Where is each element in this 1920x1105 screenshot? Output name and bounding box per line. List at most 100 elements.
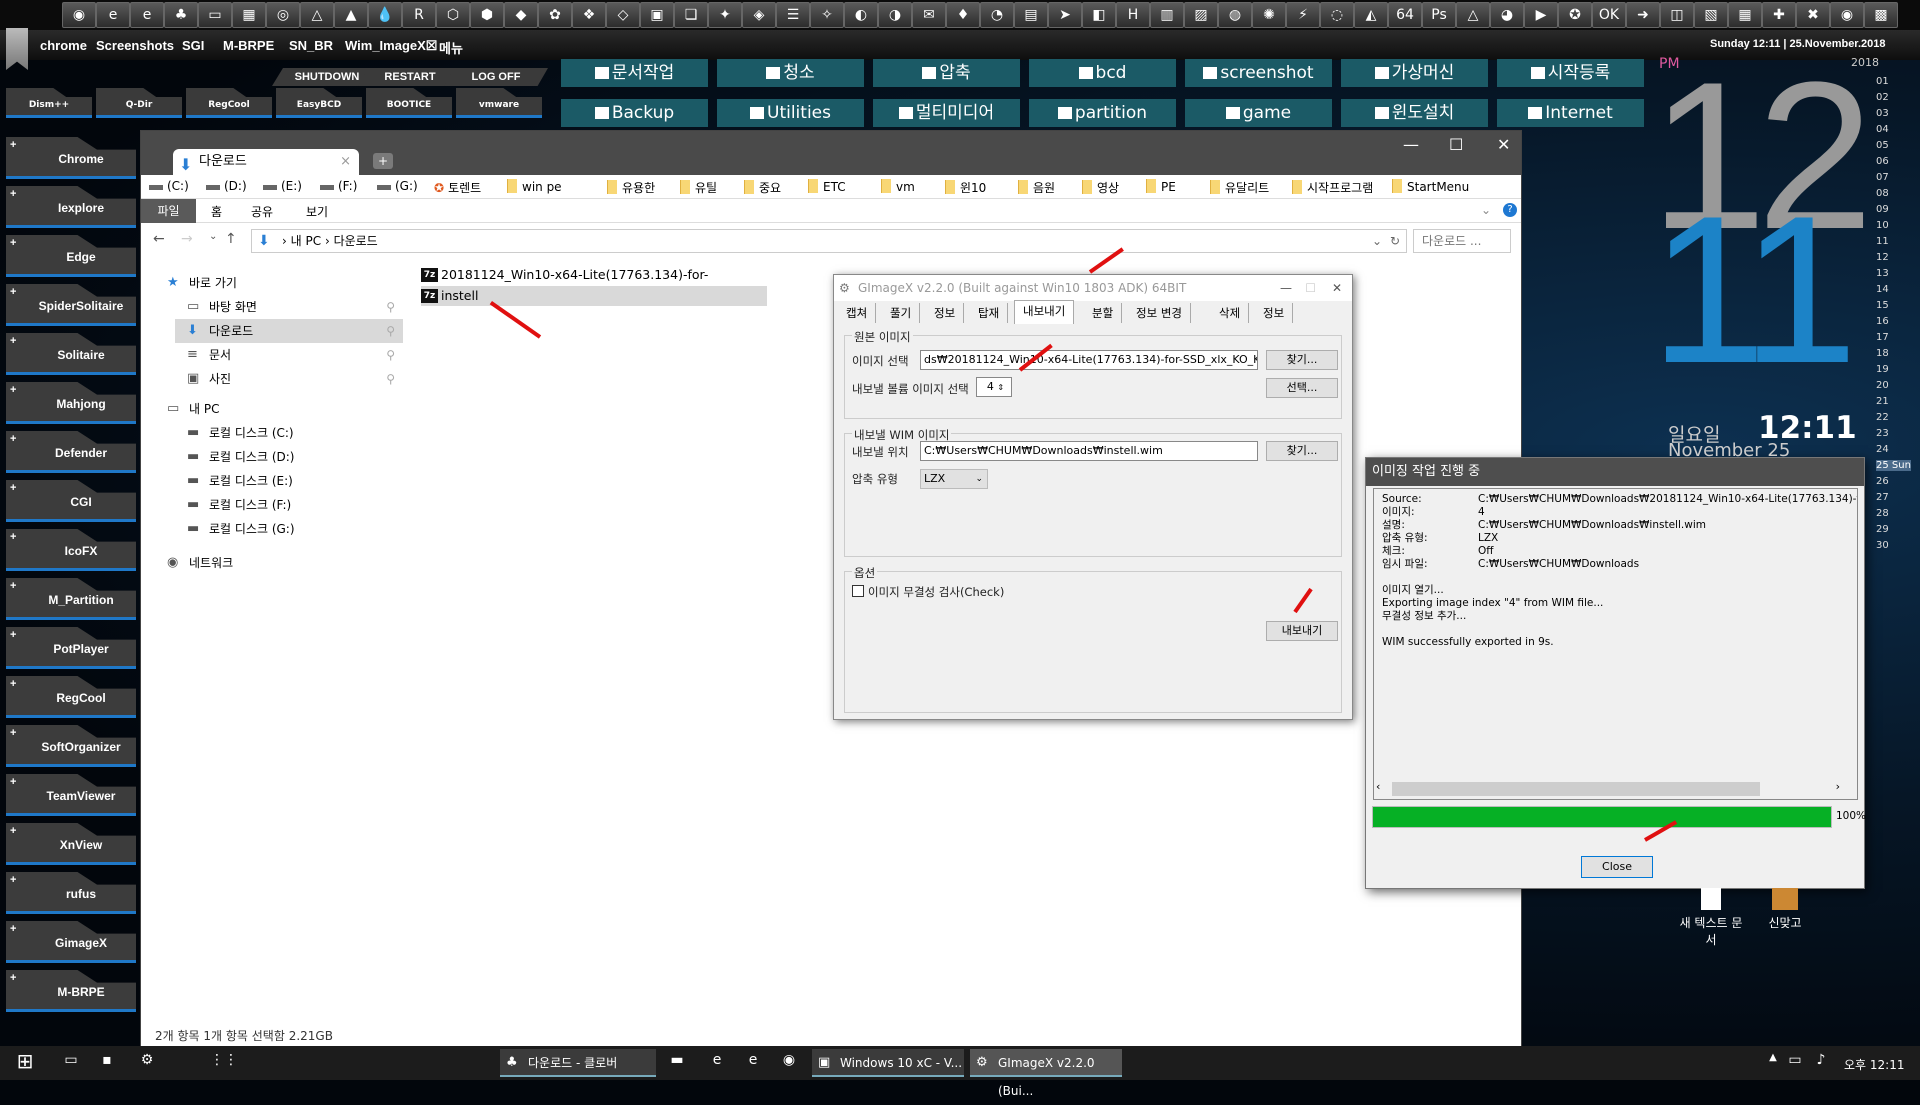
launcher-icon[interactable]: ▤: [1014, 2, 1048, 28]
nav-item[interactable]: ▬ 로컬 디스크 (E:): [175, 469, 403, 493]
launcher-icon[interactable]: H: [1116, 2, 1150, 28]
launcher-icon[interactable]: ✪: [1558, 2, 1592, 28]
bookmark-item[interactable]: ✪ 토렌트: [434, 179, 481, 196]
bookmark-item[interactable]: ETC: [808, 179, 846, 194]
edge-icon[interactable]: e: [742, 1052, 764, 1074]
launcher-icon[interactable]: 64: [1388, 2, 1422, 28]
launcher-icon[interactable]: ✧: [810, 2, 844, 28]
minimize-button[interactable]: —: [1403, 135, 1419, 154]
browse-dest-button[interactable]: 찾기...: [1266, 441, 1338, 461]
launcher-icon[interactable]: ◉: [62, 2, 96, 28]
launcher-icon[interactable]: ▨: [1184, 2, 1218, 28]
select-button[interactable]: 선택...: [1266, 378, 1338, 398]
taskbar-explorer[interactable]: ♣ 다운로드 - 클로버: [500, 1049, 656, 1077]
bookmark-item[interactable]: 유용한: [607, 179, 655, 196]
image-select-input[interactable]: ds₩20181124_Win10-x64-Lite(17763.134)-fo…: [920, 350, 1258, 370]
nav-item[interactable]: ◉ 네트워크: [155, 551, 383, 575]
menu-snbr[interactable]: SN_BR: [289, 38, 333, 53]
pin-icon[interactable]: ⚲: [386, 367, 395, 391]
scroll-left-icon[interactable]: ‹: [1376, 780, 1380, 793]
address-dropdown-icon[interactable]: ⌄: [1372, 230, 1382, 252]
folder-button[interactable]: 청소: [717, 59, 864, 87]
gimagex-tab[interactable]: 정보 변경: [1128, 303, 1191, 323]
tab-downloads[interactable]: ⬇ 다운로드 ×: [173, 149, 359, 175]
gimagex-tab[interactable]: 정보: [926, 303, 965, 323]
launcher-icon[interactable]: R: [402, 2, 436, 28]
forward-button[interactable]: →: [181, 231, 193, 247]
launcher-icon[interactable]: e: [130, 2, 164, 28]
nav-item[interactable]: ⬇ 다운로드 ⚲: [175, 319, 403, 343]
launcher-icon[interactable]: ⬢: [470, 2, 504, 28]
launcher-icon[interactable]: ◔: [980, 2, 1014, 28]
gimagex-tab[interactable]: 삭제: [1211, 303, 1250, 323]
breadcrumb-mypc[interactable]: 내 PC: [291, 234, 321, 248]
nav-item[interactable]: ▭ 내 PC: [155, 397, 383, 421]
folder-button[interactable]: Backup: [561, 99, 708, 127]
gimagex-tab[interactable]: 정보: [1255, 303, 1294, 323]
launcher-icon[interactable]: ✚: [1762, 2, 1796, 28]
launcher-icon[interactable]: ◭: [1354, 2, 1388, 28]
nav-item[interactable]: ▣ 사진 ⚲: [175, 367, 403, 391]
ribbon-tab-home[interactable]: 홈: [211, 203, 222, 220]
bookmark-item[interactable]: 윈10: [945, 179, 986, 196]
launcher-icon[interactable]: ♣: [164, 2, 198, 28]
help-icon[interactable]: ?: [1503, 203, 1517, 217]
bookmark-item[interactable]: win pe: [507, 179, 562, 194]
launcher-icon[interactable]: ▥: [1150, 2, 1184, 28]
taskbar-vmware[interactable]: ▣ Windows 10 xC - V...: [812, 1049, 964, 1077]
nav-item[interactable]: ▬ 로컬 디스크 (F:): [175, 493, 403, 517]
maximize-button[interactable]: ☐: [1305, 275, 1316, 301]
chrome-icon[interactable]: ◉: [778, 1052, 800, 1074]
ribbon-tab-share[interactable]: 공유: [251, 203, 273, 220]
ribbon-expand-icon[interactable]: ⌄: [1481, 203, 1491, 217]
desktop-icon-game[interactable]: 신맞고: [1750, 888, 1820, 931]
launcher-icon[interactable]: ◧: [1082, 2, 1116, 28]
launcher-icon[interactable]: Ps: [1422, 2, 1456, 28]
pin-icon[interactable]: ⚲: [386, 319, 395, 343]
launcher-icon[interactable]: △: [1456, 2, 1490, 28]
launcher-icon[interactable]: ✿: [538, 2, 572, 28]
gimagex-tab[interactable]: 캡쳐: [838, 303, 877, 323]
compress-select[interactable]: LZX ⌄: [920, 469, 988, 489]
nav-item[interactable]: ▬ 로컬 디스크 (D:): [175, 445, 403, 469]
volume-icon[interactable]: ♪: [1810, 1052, 1832, 1074]
start-button[interactable]: ⊞: [14, 1049, 36, 1073]
bookmark-item[interactable]: (C:): [149, 179, 189, 193]
launcher-icon[interactable]: △: [300, 2, 334, 28]
launcher-icon[interactable]: ▣: [640, 2, 674, 28]
nav-item[interactable]: ★ 바로 가기: [155, 271, 383, 295]
ribbon-tab-file[interactable]: 파일: [141, 199, 196, 223]
launcher-icon[interactable]: ◍: [1218, 2, 1252, 28]
launcher-icon[interactable]: ✺: [1252, 2, 1286, 28]
menu-sgi[interactable]: SGI: [182, 38, 204, 53]
bookmark-item[interactable]: PE: [1146, 179, 1176, 194]
folder-button[interactable]: 문서작업: [561, 59, 708, 87]
volume-spinner[interactable]: 4 ⇕: [976, 377, 1012, 397]
nav-item[interactable]: ≡ 문서 ⚲: [175, 343, 403, 367]
launcher-icon[interactable]: ▧: [1694, 2, 1728, 28]
file-item[interactable]: 7z 20181124_Win10-x64-Lite(17763.134)-for…: [421, 265, 767, 302]
launcher-icon[interactable]: ✦: [708, 2, 742, 28]
app-icon[interactable]: ▪: [96, 1052, 118, 1074]
address-bar[interactable]: ⬇ › 내 PC › 다운로드 ⌄ ↻: [251, 229, 1407, 253]
breadcrumb-downloads[interactable]: 다운로드: [334, 234, 378, 248]
ribbon-tab-view[interactable]: 보기: [306, 203, 328, 220]
launcher-icon[interactable]: ➤: [1048, 2, 1082, 28]
launcher-icon[interactable]: ✉: [912, 2, 946, 28]
refresh-icon[interactable]: ↻: [1390, 230, 1400, 252]
launcher-icon[interactable]: ◑: [878, 2, 912, 28]
bookmark-item[interactable]: (F:): [320, 179, 357, 193]
taskbar-gimagex[interactable]: ⚙ GImageX v2.2.0 (Bui...: [970, 1049, 1122, 1098]
folder-button[interactable]: 윈도설치: [1341, 99, 1488, 127]
bookmark-item[interactable]: 유틸: [680, 179, 717, 196]
browse-source-button[interactable]: 찾기...: [1266, 350, 1338, 370]
logoff-button[interactable]: LOG OFF: [444, 68, 548, 86]
scroll-thumb[interactable]: [1392, 782, 1760, 796]
up-button[interactable]: ↑: [225, 231, 237, 247]
folder-button[interactable]: 멀티미디어: [873, 99, 1020, 127]
launcher-icon[interactable]: ◌: [1320, 2, 1354, 28]
launcher-icon[interactable]: OK: [1592, 2, 1626, 28]
gimagex-tab[interactable]: 내보내기: [1014, 300, 1075, 324]
maximize-button[interactable]: ☐: [1449, 135, 1463, 154]
folder-button[interactable]: 압축: [873, 59, 1020, 87]
